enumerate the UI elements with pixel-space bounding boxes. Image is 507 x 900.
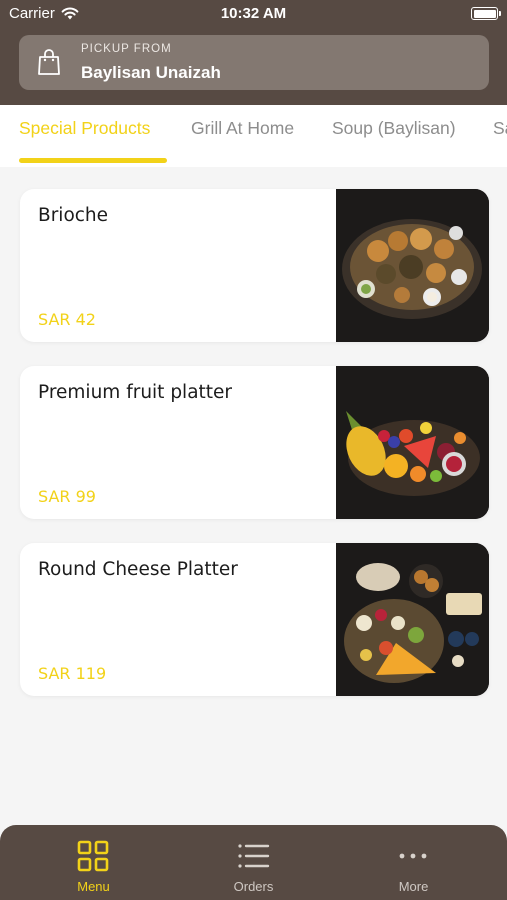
product-card[interactable]: Round Cheese Platter SAR 119	[20, 543, 489, 696]
header: Carrier 10:32 AM PICKUP FROM Baylisan Un…	[0, 0, 507, 105]
status-time: 10:32 AM	[220, 5, 287, 22]
tab-partial-next[interactable]: Sa	[493, 118, 507, 139]
pickup-label: PICKUP FROM	[81, 43, 172, 55]
tab-grill-at-home[interactable]: Grill At Home	[191, 118, 294, 139]
list-icon	[238, 844, 270, 868]
product-price: SAR 119	[38, 664, 107, 683]
nav-menu-label: Menu	[77, 879, 110, 894]
pickup-branch-name: Baylisan Unaizah	[81, 63, 221, 82]
nav-menu[interactable]: Menu	[9, 825, 178, 900]
brioche-platter-image	[336, 189, 489, 342]
more-dots-icon	[399, 853, 427, 859]
product-name: Round Cheese Platter	[38, 559, 238, 580]
product-name: Brioche	[38, 205, 109, 226]
nav-orders[interactable]: Orders	[169, 825, 338, 900]
product-price: SAR 99	[38, 487, 96, 506]
product-name: Premium fruit platter	[38, 382, 233, 403]
nav-orders-label: Orders	[233, 879, 274, 894]
grid-icon	[77, 840, 109, 872]
active-tab-indicator	[19, 158, 167, 163]
tab-soup-baylisan[interactable]: Soup (Baylisan)	[332, 118, 456, 139]
bottom-tab-bar: Menu Orders More	[0, 825, 507, 900]
battery-icon	[471, 7, 501, 20]
product-card[interactable]: Brioche SAR 42	[20, 189, 489, 342]
cheese-platter-image	[336, 543, 489, 696]
shopping-bag-icon	[38, 49, 60, 75]
tab-special-products[interactable]: Special Products	[19, 118, 150, 139]
pickup-location-selector[interactable]: PICKUP FROM Baylisan Unaizah	[19, 35, 489, 90]
fruit-platter-image	[336, 366, 489, 519]
nav-more[interactable]: More	[329, 825, 498, 900]
product-price: SAR 42	[38, 310, 96, 329]
status-bar: Carrier 10:32 AM	[0, 0, 507, 28]
product-card[interactable]: Premium fruit platter SAR 99	[20, 366, 489, 519]
category-tabs: Special Products Grill At Home Soup (Bay…	[0, 105, 507, 167]
nav-more-label: More	[398, 879, 429, 894]
